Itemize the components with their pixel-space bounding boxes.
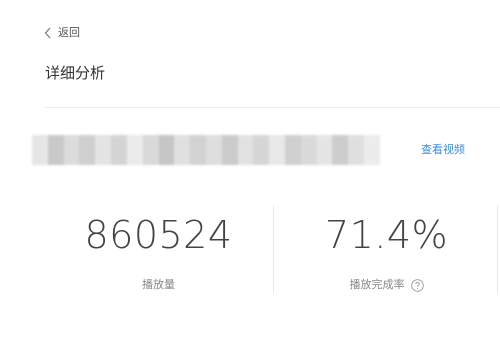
stat-completion-rate: 71.4% 播放完成率 xyxy=(273,205,500,295)
play-count-value: 860524 xyxy=(84,213,233,257)
view-video-link[interactable]: 查看视频 xyxy=(421,142,465,158)
video-title-obscured xyxy=(32,135,380,165)
play-count-label: 播放量 xyxy=(142,278,175,291)
page-title: 详细分析 xyxy=(45,64,106,82)
stat-play-count: 860524 播放量 xyxy=(45,205,272,295)
chevron-left-icon xyxy=(44,27,51,39)
back-label: 返回 xyxy=(58,26,80,39)
completion-rate-label-row: 播放完成率 xyxy=(273,277,500,293)
play-count-label-row: 播放量 xyxy=(45,277,272,293)
stat-divider-right xyxy=(497,205,498,293)
completion-rate-label: 播放完成率 xyxy=(349,278,405,291)
back-link[interactable]: 返回 xyxy=(44,25,80,41)
header-divider xyxy=(45,107,500,108)
question-circle-icon[interactable] xyxy=(410,278,424,292)
completion-rate-value: 71.4% xyxy=(324,213,449,257)
